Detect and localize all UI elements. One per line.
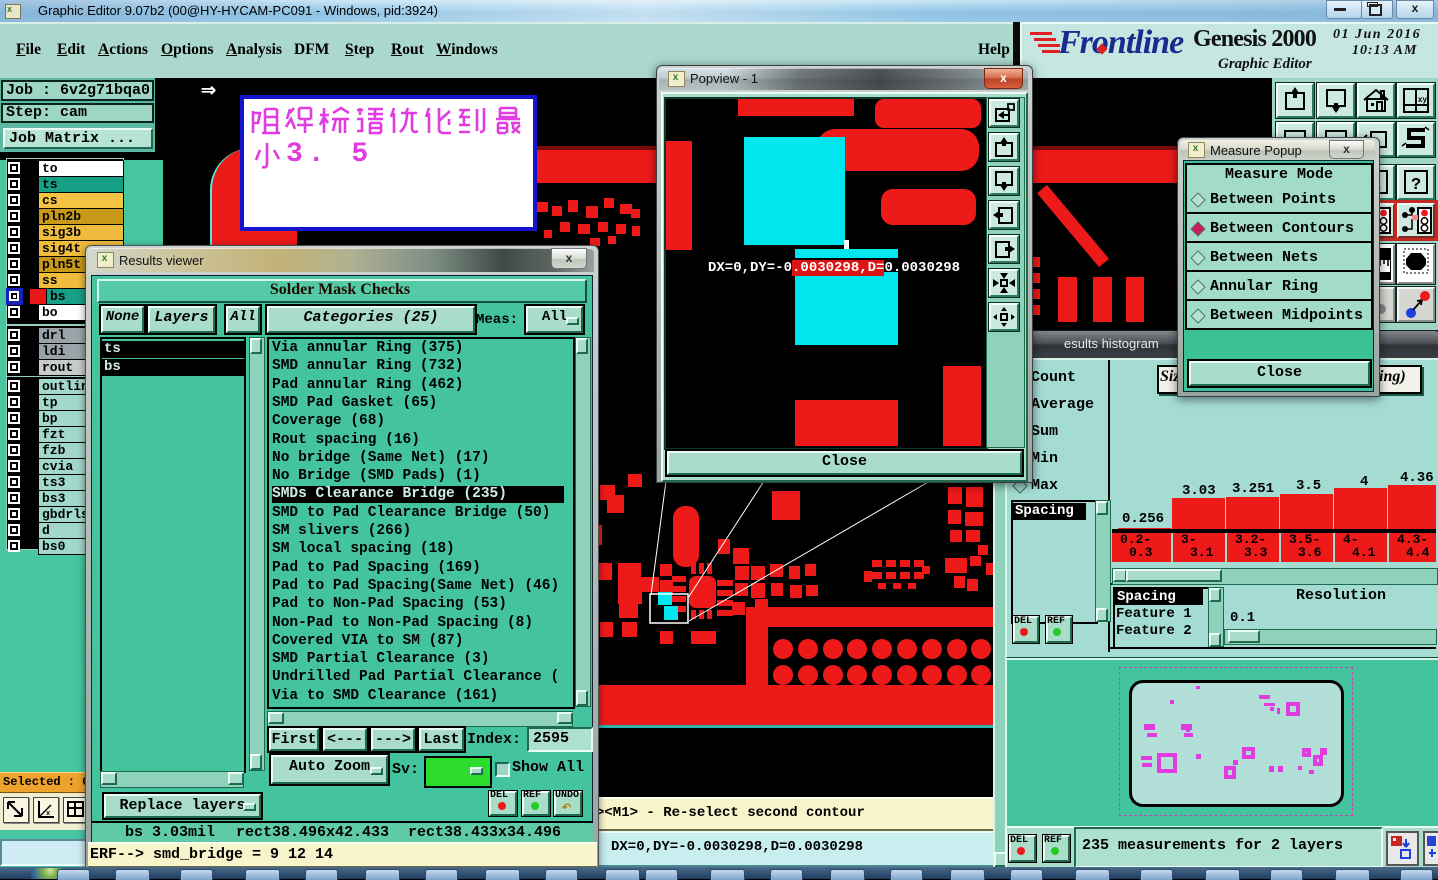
svg-text:xy: xy: [1418, 95, 1427, 104]
svg-text:?: ?: [1411, 176, 1421, 195]
